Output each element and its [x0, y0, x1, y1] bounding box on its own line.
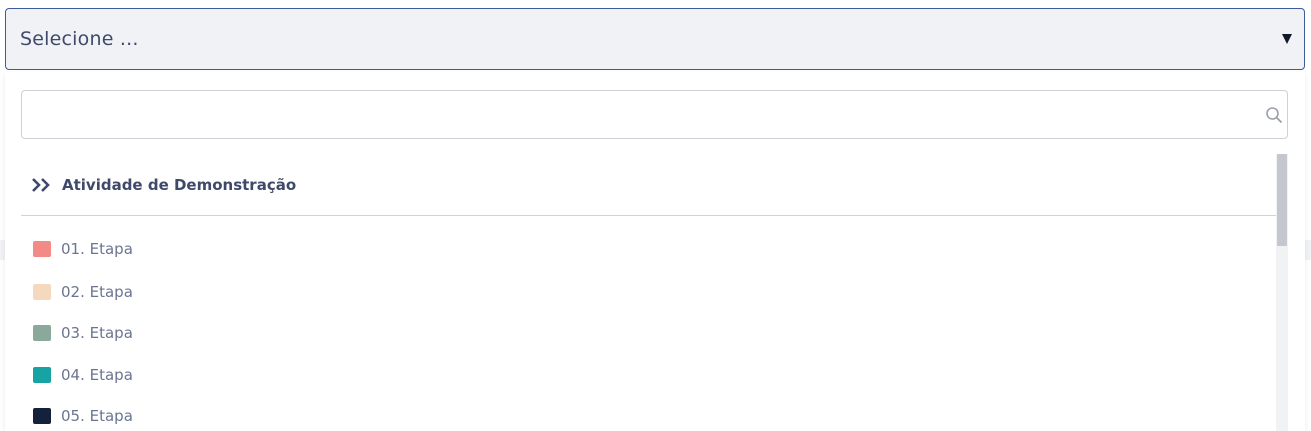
scrollbar-track[interactable]	[1276, 154, 1288, 431]
search-icon[interactable]	[1265, 106, 1283, 124]
color-swatch	[33, 241, 51, 257]
scrollbar-thumb[interactable]	[1277, 154, 1287, 246]
search-box[interactable]	[21, 90, 1288, 139]
double-chevron-right-icon	[32, 177, 50, 192]
option-item[interactable]: 03. Etapa	[21, 313, 1276, 353]
page: Selecione ... Atividade de Demonstração …	[0, 0, 1311, 431]
select-placeholder: Selecione ...	[20, 28, 139, 50]
select-trigger[interactable]: Selecione ...	[5, 8, 1305, 70]
options-list: Atividade de Demonstração 01. Etapa 02. …	[21, 154, 1276, 431]
dropdown-panel: Atividade de Demonstração 01. Etapa 02. …	[5, 72, 1305, 431]
option-label: 05. Etapa	[61, 407, 133, 425]
option-item[interactable]: 01. Etapa	[21, 229, 1276, 269]
option-label: 02. Etapa	[61, 283, 133, 301]
option-item[interactable]: 02. Etapa	[21, 272, 1276, 312]
option-item[interactable]: 05. Etapa	[21, 396, 1276, 431]
color-swatch	[33, 325, 51, 341]
search-input[interactable]	[22, 91, 1287, 138]
color-swatch	[33, 284, 51, 300]
option-label: 01. Etapa	[61, 240, 133, 258]
caret-down-icon[interactable]	[1282, 34, 1292, 44]
group-header: Atividade de Demonstração	[21, 154, 1276, 216]
group-label: Atividade de Demonstração	[62, 175, 297, 194]
color-swatch	[33, 408, 51, 424]
option-label: 03. Etapa	[61, 324, 133, 342]
option-item[interactable]: 04. Etapa	[21, 355, 1276, 395]
option-label: 04. Etapa	[61, 366, 133, 384]
color-swatch	[33, 367, 51, 383]
